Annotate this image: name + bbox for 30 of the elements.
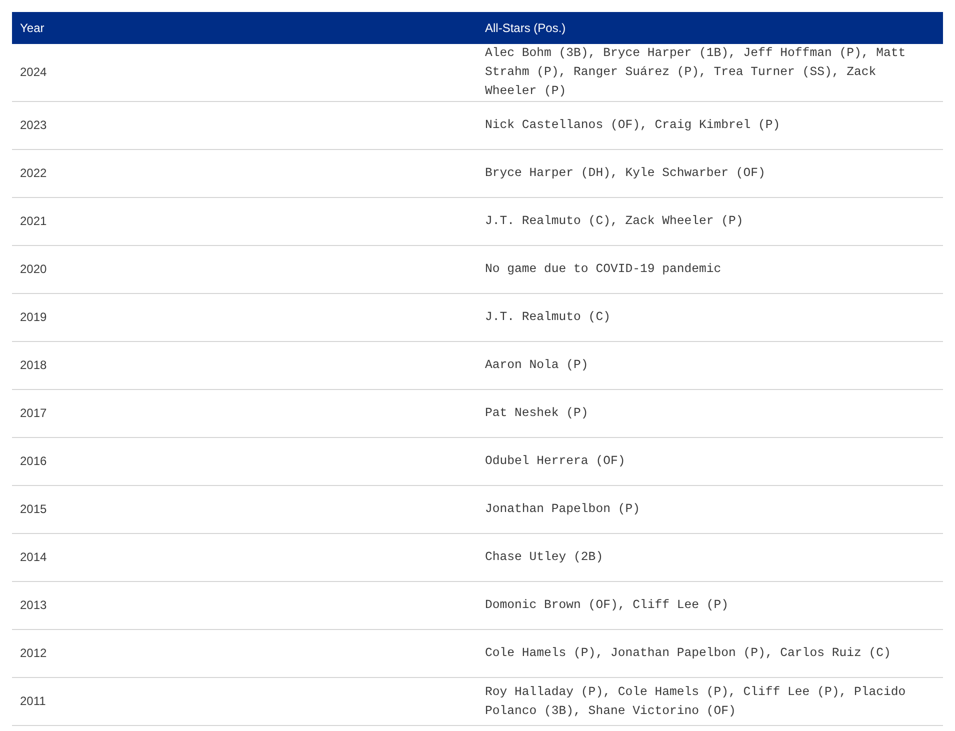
all-stars-cell: Bryce Harper (DH), Kyle Schwarber (OF): [477, 150, 943, 198]
all-stars-cell: Odubel Herrera (OF): [477, 438, 943, 486]
year-cell: 2024: [12, 44, 477, 102]
year-cell: 2022: [12, 150, 477, 198]
all-stars-cell: Aaron Nola (P): [477, 342, 943, 390]
all-stars-cell: Domonic Brown (OF), Cliff Lee (P): [477, 582, 943, 630]
column-header: Year: [12, 12, 477, 44]
all-stars-cell: Roy Halladay (P), Cole Hamels (P), Cliff Lee (P), Placido Polanco (3B), Shane Victorino (OF): [477, 678, 943, 726]
year-cell: 2013: [12, 582, 477, 630]
year-cell: 2012: [12, 630, 477, 678]
all-stars-cell: Jonathan Papelbon (P): [477, 486, 943, 534]
all-stars-cell: Pat Neshek (P): [477, 390, 943, 438]
year-cell: 2023: [12, 102, 477, 150]
year-cell: 2017: [12, 390, 477, 438]
year-cell: 2015: [12, 486, 477, 534]
year-cell: 2019: [12, 294, 477, 342]
year-cell: 2020: [12, 246, 477, 294]
all-stars-cell: J.T. Realmuto (C), Zack Wheeler (P): [477, 198, 943, 246]
all-stars-cell: Nick Castellanos (OF), Craig Kimbrel (P): [477, 102, 943, 150]
year-cell: 2018: [12, 342, 477, 390]
column-header: All-Stars (Pos.): [477, 12, 943, 44]
year-cell: 2011: [12, 678, 477, 726]
all-stars-cell: J.T. Realmuto (C): [477, 294, 943, 342]
all-stars-cell: No game due to COVID-19 pandemic: [477, 246, 943, 294]
all-stars-cell: Cole Hamels (P), Jonathan Papelbon (P), Carlos Ruiz (C): [477, 630, 943, 678]
all-stars-cell: Alec Bohm (3B), Bryce Harper (1B), Jeff Hoffman (P), Matt Strahm (P), Ranger Suárez (P), Trea Turner (SS), Zack Wheeler (P): [477, 44, 943, 102]
year-cell: 2016: [12, 438, 477, 486]
year-cell: 2014: [12, 534, 477, 582]
year-cell: 2021: [12, 198, 477, 246]
all-stars-cell: Chase Utley (2B): [477, 534, 943, 582]
